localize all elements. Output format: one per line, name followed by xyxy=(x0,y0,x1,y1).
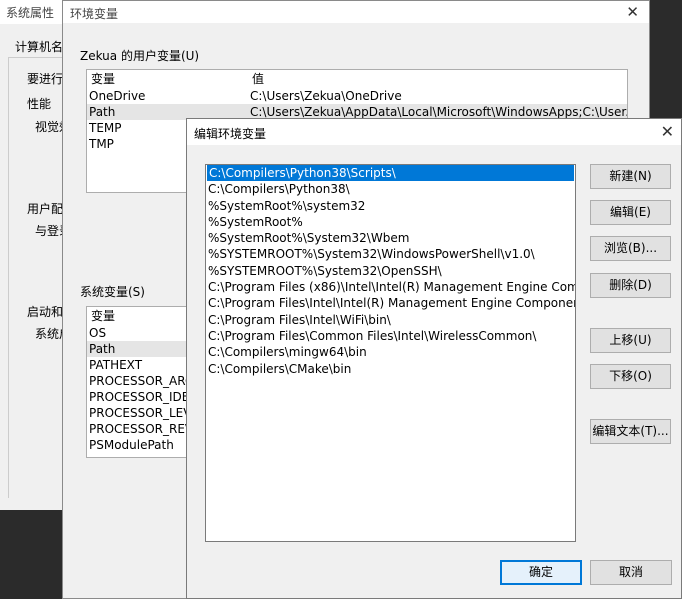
path-entry[interactable]: C:\Program Files\Intel\Intel(R) Manageme… xyxy=(206,295,575,311)
performance-label: 性能 xyxy=(27,97,52,111)
user-variables-label: Zekua 的用户变量(U) xyxy=(80,49,200,63)
env-close-icon[interactable]: ✕ xyxy=(626,3,639,21)
variable-name: PSModulePath xyxy=(89,438,174,452)
path-entry[interactable]: %SystemRoot%\system32 xyxy=(206,198,575,214)
path-entry[interactable]: C:\Compilers\CMake\bin xyxy=(206,361,575,377)
path-entry[interactable]: %SystemRoot% xyxy=(206,214,575,230)
delete-button[interactable]: 删除(D) xyxy=(590,273,671,298)
tab-computer-name[interactable]: 计算机名 xyxy=(15,38,63,55)
ok-button[interactable]: 确定 xyxy=(500,560,582,585)
system-properties-window: 系统属性 计算机名 要进行 性能 视觉效 用户配置 与登录 启动和故 系统启 xyxy=(0,0,79,510)
variable-name: Path xyxy=(89,342,116,356)
env-window-title: 环境变量 xyxy=(70,7,119,21)
path-entry[interactable]: C:\Program Files\Intel\WiFi\bin\ xyxy=(206,312,575,328)
move-up-button[interactable]: 上移(U) xyxy=(590,328,671,353)
edit-dialog-titlebar: 编辑环境变量 ✕ xyxy=(187,119,681,145)
variable-name: PROCESSOR_ARC xyxy=(89,374,194,388)
column-header-value[interactable]: 值 xyxy=(252,70,264,88)
column-header-variable[interactable]: 变量 xyxy=(91,307,115,325)
path-entries-list[interactable]: C:\Compilers\Python38\Scripts\ C:\Compile… xyxy=(205,164,576,542)
edit-dialog-close-icon[interactable]: ✕ xyxy=(661,123,674,141)
path-entry[interactable]: C:\Program Files (x86)\Intel\Intel(R) Ma… xyxy=(206,279,575,295)
move-down-button[interactable]: 下移(O) xyxy=(590,364,671,389)
variable-name: OneDrive xyxy=(89,89,146,103)
path-entry[interactable]: %SystemRoot%\System32\Wbem xyxy=(206,230,575,246)
path-entry[interactable]: C:\Compilers\mingw64\bin xyxy=(206,344,575,360)
edit-dialog-title: 编辑环境变量 xyxy=(194,127,267,141)
browse-button[interactable]: 浏览(B)... xyxy=(590,236,671,261)
cancel-button[interactable]: 取消 xyxy=(590,560,672,585)
path-entry[interactable]: C:\Compilers\Python38\Scripts\ xyxy=(207,165,574,182)
variable-name: PROCESSOR_LEVE xyxy=(89,406,200,420)
variable-name: Path xyxy=(89,105,116,119)
edit-button[interactable]: 编辑(E) xyxy=(590,200,671,225)
env-titlebar: 环境变量 ✕ xyxy=(63,1,649,23)
variable-name: PATHEXT xyxy=(89,358,143,372)
variable-name: PROCESSOR_REVI xyxy=(89,422,197,436)
system-properties-title: 系统属性 xyxy=(6,6,55,20)
variable-name: PROCESSOR_IDEN xyxy=(89,390,199,404)
path-entry[interactable]: %SYSTEMROOT%\System32\OpenSSH\ xyxy=(206,263,575,279)
column-header-variable[interactable]: 变量 xyxy=(91,70,115,88)
edit-text-button[interactable]: 编辑文本(T)... xyxy=(590,419,671,444)
user-variable-row[interactable]: OneDrive C:\Users\Zekua\OneDrive xyxy=(87,88,627,104)
system-properties-titlebar: 系统属性 xyxy=(0,0,69,24)
admin-note: 要进行 xyxy=(27,72,64,86)
path-entry[interactable]: %SYSTEMROOT%\System32\WindowsPowerShell\… xyxy=(206,246,575,262)
variable-name: TMP xyxy=(89,137,114,151)
variable-name: OS xyxy=(89,326,107,340)
user-variables-header: 变量 值 xyxy=(87,70,627,88)
path-entry[interactable]: C:\Compilers\Python38\ xyxy=(206,181,575,197)
system-variables-label: 系统变量(S) xyxy=(80,285,145,299)
edit-environment-variable-dialog: 编辑环境变量 ✕ C:\Compilers\Python38\Scripts\ C… xyxy=(186,118,682,599)
path-entry[interactable]: C:\Program Files\Common Files\Intel\Wire… xyxy=(206,328,575,344)
new-button[interactable]: 新建(N) xyxy=(590,164,671,189)
variable-name: TEMP xyxy=(89,121,122,135)
variable-value: C:\Users\Zekua\OneDrive xyxy=(250,89,402,103)
